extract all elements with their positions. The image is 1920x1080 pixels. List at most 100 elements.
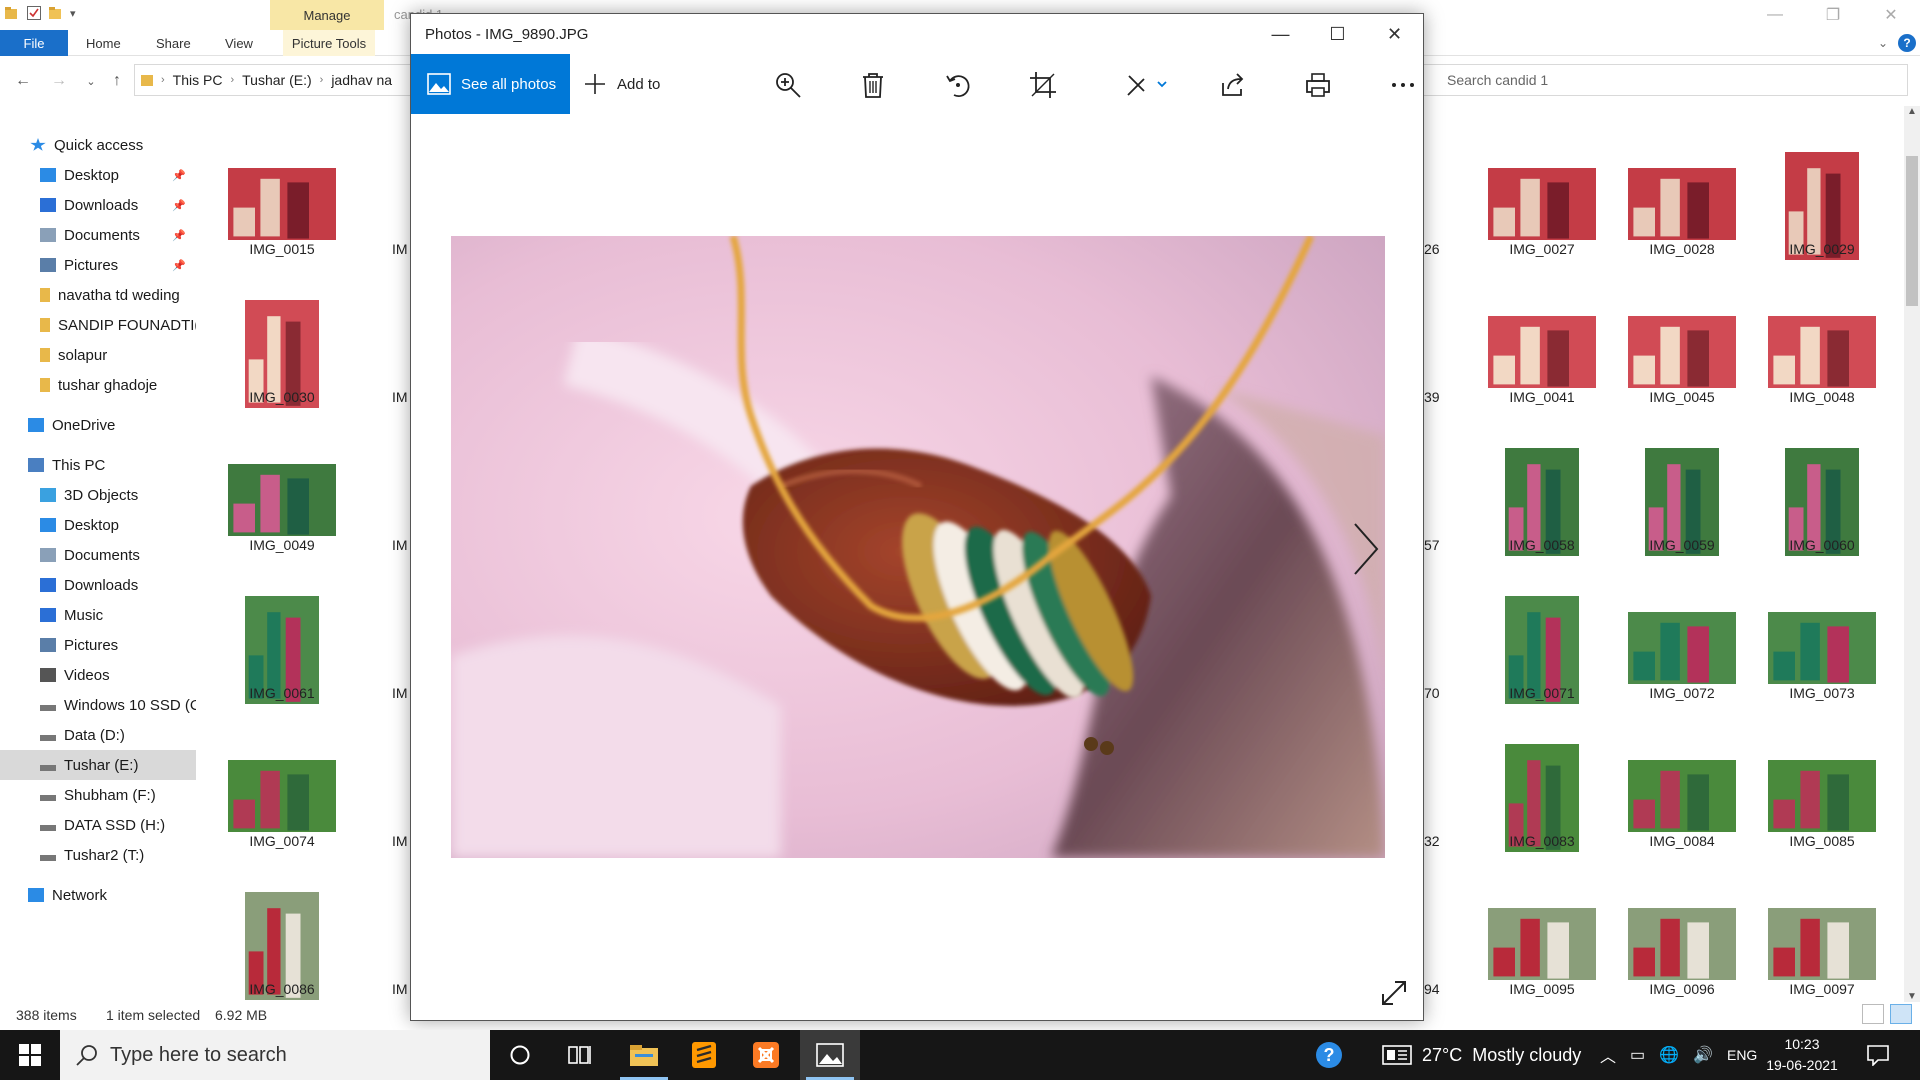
add-to-button[interactable]: Add to [583,54,660,114]
file-thumbnail[interactable]: IMG_0061 [217,594,347,740]
sidebar-item-navatha-td-weding[interactable]: navatha td weding [0,280,196,310]
volume-icon[interactable]: 🔊 [1693,1045,1713,1065]
file-thumbnail[interactable]: IMG_0045 [1617,298,1747,444]
task-view-icon[interactable] [550,1030,610,1080]
clock[interactable]: 10:23 19-06-2021 [1754,1034,1850,1076]
forward-icon[interactable]: → [48,70,70,92]
zoom-in-icon[interactable] [773,70,803,100]
help-icon[interactable]: ? [1898,34,1916,52]
close-icon[interactable]: ✕ [1366,14,1423,54]
tab-view[interactable]: View [225,30,253,56]
recent-locations-icon[interactable]: ⌄ [80,70,102,92]
details-view-icon[interactable] [1862,1004,1884,1024]
sidebar-item-videos[interactable]: Videos [0,660,196,690]
sidebar-item-tushar-ghadoje[interactable]: tushar ghadoje [0,370,196,400]
scrollbar-thumb[interactable] [1906,156,1918,306]
maximize-icon[interactable]: ☐ [1309,14,1366,54]
file-thumbnail[interactable]: IMG_0028 [1617,150,1747,296]
rotate-icon[interactable] [943,70,973,100]
file-thumbnail[interactable]: IMG_0048 [1757,298,1887,444]
crop-icon[interactable] [1028,70,1058,100]
sidebar-item-3d-objects[interactable]: 3D Objects [0,480,196,510]
sidebar-item-documents[interactable]: Documents [0,540,196,570]
close-icon[interactable]: ✕ [1862,0,1920,30]
sidebar-item-this-pc[interactable]: This PC [0,450,196,480]
sidebar-item-sandip-founadti[interactable]: SANDIP FOUNADTI( [0,310,196,340]
vertical-scrollbar[interactable]: ▲ ▼ [1904,106,1920,1002]
file-thumbnail[interactable]: IMG_0060 [1757,446,1887,592]
minimize-icon[interactable]: — [1746,0,1804,30]
sidebar-item-downloads[interactable]: Downloads [0,570,196,600]
file-thumbnail[interactable]: IMG_0029 [1757,150,1887,296]
sidebar-item-desktop[interactable]: Desktop [0,510,196,540]
print-icon[interactable] [1303,70,1333,100]
scroll-down-icon[interactable]: ▼ [1907,991,1917,1002]
expand-ribbon-icon[interactable]: ⌄ [1878,36,1888,50]
photo-viewer-image[interactable] [451,236,1385,858]
sidebar-item-network[interactable]: Network [0,880,196,910]
sidebar-item-downloads[interactable]: Downloads 📌 [0,190,196,220]
tab-share[interactable]: Share [156,30,191,56]
properties-icon[interactable] [26,5,42,21]
minimize-icon[interactable]: — [1252,14,1309,54]
notification-icon[interactable] [1866,1030,1890,1080]
file-thumbnail[interactable]: IMG_0071 [1477,594,1607,740]
file-thumbnail[interactable]: IMG_0072 [1617,594,1747,740]
restore-icon[interactable]: ❐ [1804,0,1862,30]
see-all-photos-button[interactable]: See all photos [411,54,570,114]
sidebar-item-tushar2-t[interactable]: Tushar2 (T:) [0,840,196,870]
network-globe-icon[interactable]: 🌐 [1659,1045,1679,1065]
photos-taskbar-icon[interactable] [800,1030,860,1080]
show-hidden-icons-icon[interactable]: ︿ [1600,1043,1616,1067]
more-options-icon[interactable] [1388,70,1418,100]
full-screen-icon[interactable] [1381,980,1407,1006]
sidebar-item-windows-10-ssd-c[interactable]: Windows 10 SSD (C [0,690,196,720]
file-thumbnail[interactable]: IMG_0085 [1757,742,1887,888]
breadcrumb-this-pc[interactable]: This PC [173,72,223,88]
sidebar-item-data-d[interactable]: Data (D:) [0,720,196,750]
language-indicator[interactable]: ENG [1727,1047,1757,1063]
xampp-taskbar-icon[interactable] [736,1030,796,1080]
edit-and-create-icon[interactable] [1123,70,1169,100]
sidebar-item-pictures[interactable]: Pictures [0,630,196,660]
breadcrumb-drive[interactable]: Tushar (E:) [242,72,312,88]
sidebar-item-music[interactable]: Music [0,600,196,630]
sidebar-item-data-ssd-h[interactable]: DATA SSD (H:) [0,810,196,840]
sidebar-item-onedrive[interactable]: OneDrive [0,410,196,440]
file-thumbnail[interactable]: IMG_0059 [1617,446,1747,592]
start-button[interactable] [0,1030,60,1080]
file-explorer-taskbar-icon[interactable] [614,1030,674,1080]
scroll-up-icon[interactable]: ▲ [1907,106,1917,117]
sidebar-item-desktop[interactable]: Desktop 📌 [0,160,196,190]
search-input[interactable]: Search candid 1 [1420,64,1908,96]
file-thumbnail[interactable]: IMG_0049 [217,446,347,592]
next-photo-icon[interactable] [1351,522,1381,576]
sublime-text-taskbar-icon[interactable] [674,1030,734,1080]
taskbar-search-box[interactable]: Type here to search [60,1030,490,1080]
file-thumbnail[interactable]: IMG_0074 [217,742,347,888]
sidebar-item-quick-access[interactable]: Quick access [0,130,196,160]
back-icon[interactable]: ← [12,70,34,92]
battery-icon[interactable]: ▭ [1630,1045,1645,1065]
share-icon[interactable] [1218,70,1248,100]
customize-qat-icon[interactable]: ▾ [70,7,76,20]
tab-home[interactable]: Home [86,30,121,56]
sidebar-item-tushar-e[interactable]: Tushar (E:) [0,750,196,780]
file-thumbnail[interactable]: IMG_0027 [1477,150,1607,296]
file-thumbnail[interactable]: IMG_0030 [217,298,347,444]
sidebar-item-pictures[interactable]: Pictures 📌 [0,250,196,280]
file-thumbnail[interactable]: IMG_0015 [217,150,347,296]
address-box[interactable]: › This PC › Tushar (E:) › jadhav na [134,64,424,96]
breadcrumb-folder[interactable]: jadhav na [331,72,392,88]
new-folder-icon[interactable] [48,5,64,21]
cortana-icon[interactable] [490,1030,550,1080]
tab-picture-tools[interactable]: Picture Tools [283,30,375,56]
file-thumbnail[interactable]: IMG_0083 [1477,742,1607,888]
delete-icon[interactable] [858,70,888,100]
help-tray-icon[interactable]: ? [1314,1030,1344,1080]
manage-tab[interactable]: Manage [270,0,384,30]
file-thumbnail[interactable]: IMG_0084 [1617,742,1747,888]
sidebar-item-shubham-f[interactable]: Shubham (F:) [0,780,196,810]
weather-widget[interactable]: 27°C Mostly cloudy [1382,1030,1581,1080]
file-thumbnail[interactable]: IMG_0058 [1477,446,1607,592]
